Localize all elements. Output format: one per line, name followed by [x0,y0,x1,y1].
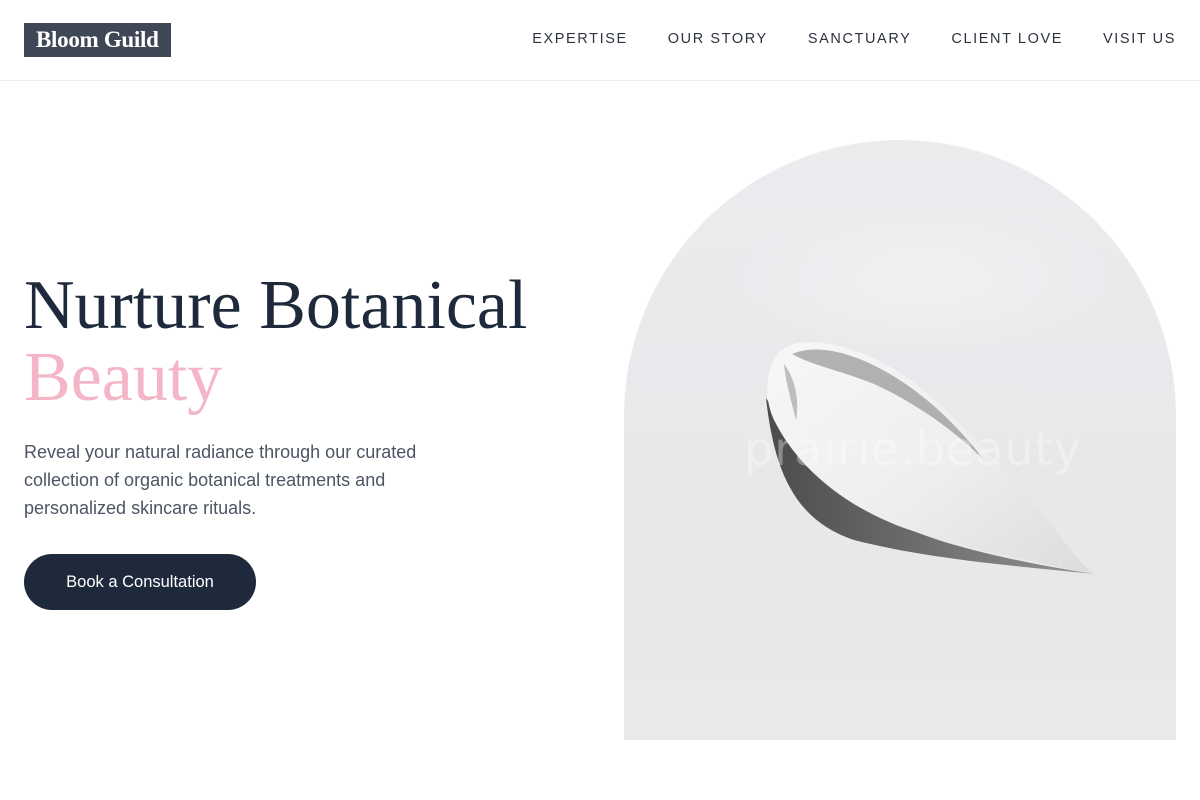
site-header: Bloom Guild EXPERTISE OUR STORY SANCTUAR… [0,0,1200,81]
nav-item-visit-us[interactable]: VISIT US [1103,29,1176,49]
nav-item-expertise[interactable]: EXPERTISE [532,29,628,49]
hero-title-accent: Beauty [24,339,223,416]
hero-product-image: prairie.beauty [624,140,1176,740]
hero-subtitle: Reveal your natural radiance through our… [24,442,417,518]
hero-title: Nurture Botanical Beauty [24,270,527,414]
main-nav: EXPERTISE OUR STORY SANCTUARY CLIENT LOV… [532,29,1176,49]
nav-item-sanctuary[interactable]: SANCTUARY [808,29,912,49]
nav-item-our-story[interactable]: OUR STORY [668,29,768,49]
hero-title-line-1: Nurture Botanical [24,267,528,344]
brand-logo[interactable]: Bloom Guild [24,23,171,57]
image-watermark: prairie.beauty [744,422,1082,476]
book-consultation-button[interactable]: Book a Consultation [24,554,256,610]
nav-item-client-love[interactable]: CLIENT LOVE [951,29,1063,49]
